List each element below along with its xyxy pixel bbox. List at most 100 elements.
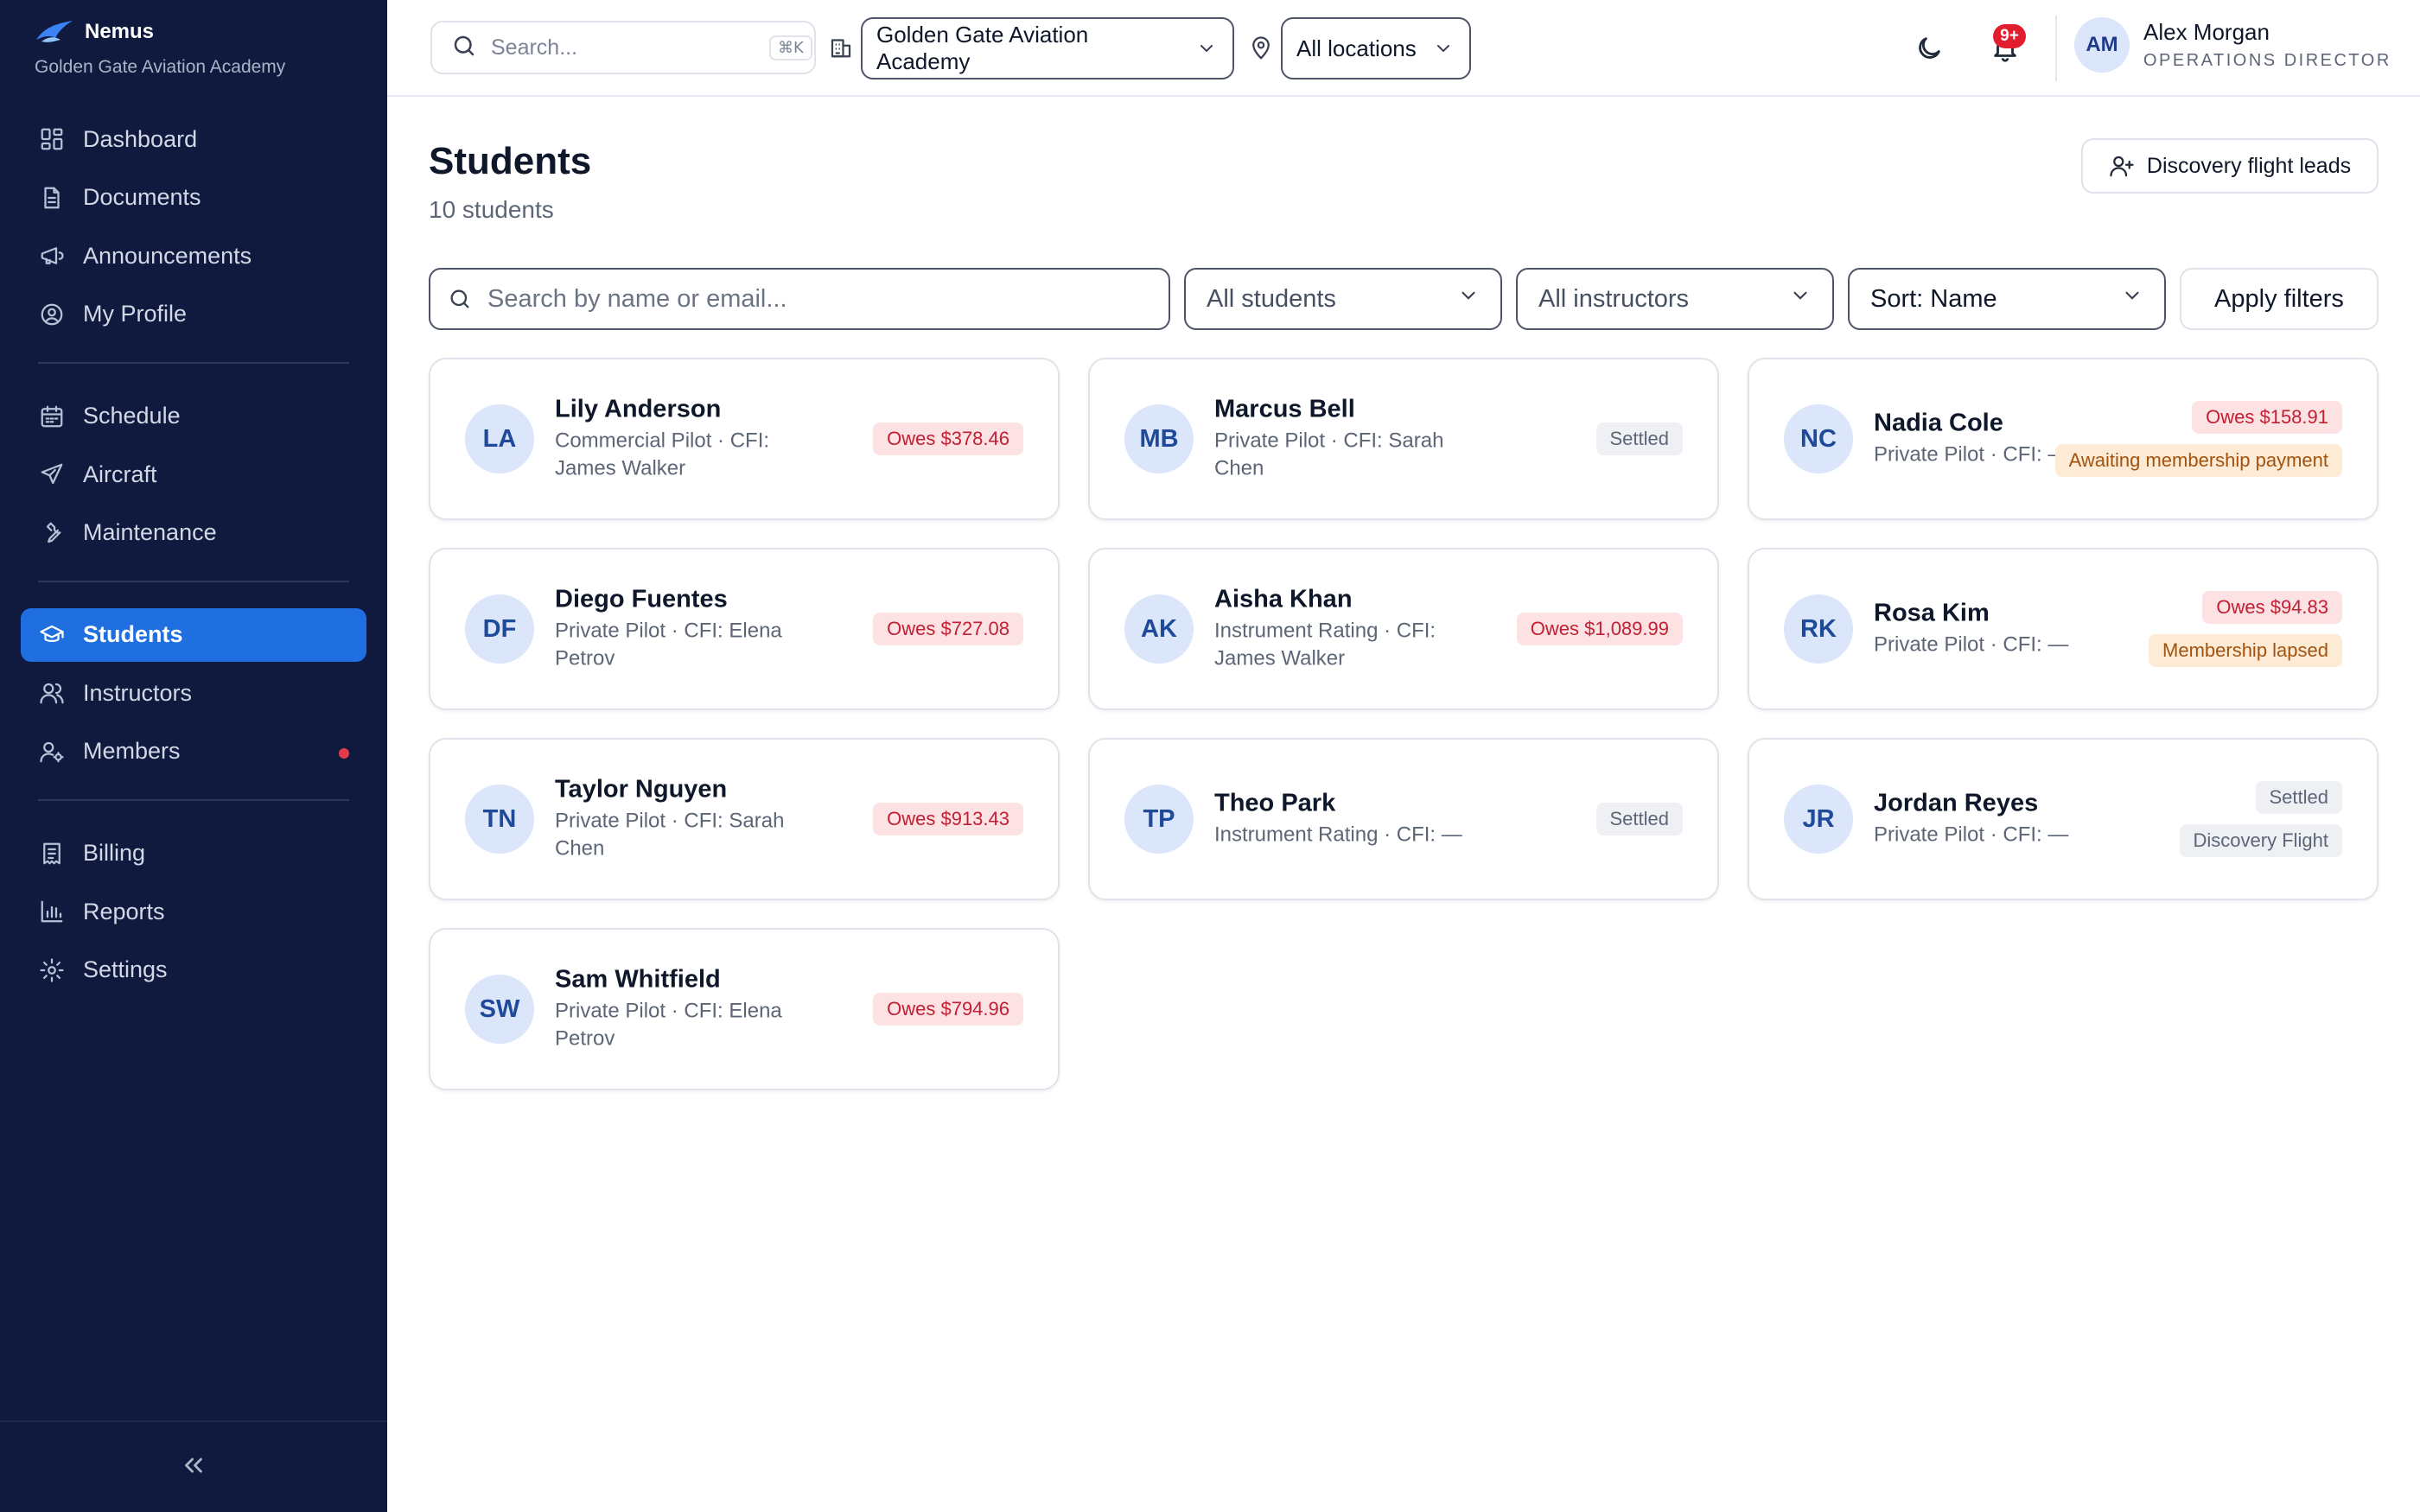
topbar-divider bbox=[2055, 16, 2057, 81]
avatar: NC bbox=[1784, 404, 1853, 473]
global-search[interactable]: ⌘K bbox=[430, 21, 816, 74]
graduation-cap-icon bbox=[38, 621, 66, 649]
sidebar-item-dashboard[interactable]: Dashboard bbox=[21, 112, 366, 166]
sort-select[interactable]: Sort: Name bbox=[1848, 268, 2166, 330]
balance-badge: Owes $1,089.99 bbox=[1516, 613, 1683, 645]
sidebar-item-announcements[interactable]: Announcements bbox=[21, 229, 366, 283]
student-badges: Owes $94.83 Membership lapsed bbox=[2149, 591, 2342, 667]
chevron-down-icon bbox=[1196, 38, 1217, 59]
student-card[interactable]: DF Diego Fuentes Private Pilot · CFI: Elen… bbox=[429, 548, 1060, 710]
user-plus-icon bbox=[2110, 156, 2134, 177]
student-program: Instrument Rating · CFI: James Walker bbox=[1214, 619, 1436, 670]
sidebar-item-students[interactable]: Students bbox=[21, 607, 366, 662]
collapse-sidebar-icon[interactable] bbox=[179, 1451, 208, 1484]
student-badges: Owes $913.43 bbox=[873, 803, 1023, 835]
topbar: ⌘K Golden Gate Aviation Academy All loca… bbox=[387, 0, 2420, 97]
discovery-flight-leads-button[interactable]: Discovery flight leads bbox=[2081, 138, 2379, 194]
apply-filters-button[interactable]: Apply filters bbox=[2180, 268, 2379, 330]
sidebar-nav: Dashboard Documents Announcements My Profil… bbox=[21, 112, 366, 1001]
sidebar-item-maintenance[interactable]: Maintenance bbox=[21, 506, 366, 560]
student-badges: Owes $727.08 bbox=[873, 613, 1023, 645]
student-card[interactable]: SW Sam Whitfield Private Pilot · CFI: Elen… bbox=[429, 928, 1060, 1090]
sidebar-item-aircraft[interactable]: Aircraft bbox=[21, 448, 366, 501]
sidebar-item-label: Announcements bbox=[83, 242, 252, 269]
search-icon bbox=[451, 33, 477, 63]
student-card[interactable]: RK Rosa Kim Private Pilot · CFI: — Owes $94… bbox=[1748, 548, 2379, 710]
sidebar-item-instructors[interactable]: Instructors bbox=[21, 666, 366, 720]
avatar: TP bbox=[1124, 785, 1194, 854]
balance-badge: Owes $94.83 bbox=[2202, 591, 2342, 624]
brand-name: Nemus bbox=[85, 20, 155, 43]
chevron-down-icon bbox=[1457, 284, 1480, 314]
student-program: Private Pilot · CFI: Elena Petrov bbox=[555, 999, 782, 1051]
student-status-select[interactable]: All students bbox=[1184, 268, 1502, 330]
student-card[interactable]: TN Taylor Nguyen Private Pilot · CFI: Sara… bbox=[429, 738, 1060, 900]
sidebar-item-schedule[interactable]: Schedule bbox=[21, 390, 366, 443]
sidebar-item-documents[interactable]: Documents bbox=[21, 171, 366, 225]
avatar: MB bbox=[1124, 404, 1194, 473]
student-name: Aisha Khan bbox=[1214, 585, 1353, 613]
sidebar-item-label: Documents bbox=[83, 184, 201, 210]
dashboard-icon bbox=[38, 125, 66, 153]
search-icon bbox=[450, 289, 469, 308]
document-icon bbox=[38, 184, 66, 212]
student-status-value: All students bbox=[1207, 284, 1336, 313]
sidebar-item-label: Settings bbox=[83, 956, 168, 982]
student-badges: Owes $158.91 Awaiting membership payment bbox=[2054, 401, 2342, 477]
student-name: Diego Fuentes bbox=[555, 585, 728, 613]
student-name: Rosa Kim bbox=[1874, 599, 1990, 627]
user-menu[interactable]: AM Alex Morgan OPERATIONS DIRECTOR bbox=[2074, 17, 2391, 73]
student-card[interactable]: LA Lily Anderson Commercial Pilot · CFI: J… bbox=[429, 358, 1060, 520]
balance-badge: Owes $727.08 bbox=[873, 613, 1023, 645]
global-search-input[interactable] bbox=[491, 35, 769, 60]
instructor-select[interactable]: All instructors bbox=[1516, 268, 1834, 330]
moon-icon bbox=[1919, 37, 1940, 59]
sidebar-item-label: Maintenance bbox=[83, 519, 217, 545]
student-name: Lily Anderson bbox=[555, 395, 722, 423]
student-search-input[interactable] bbox=[487, 284, 1151, 314]
avatar: SW bbox=[465, 975, 534, 1044]
student-card[interactable]: MB Marcus Bell Private Pilot · CFI: Sarah … bbox=[1088, 358, 1719, 520]
location-select[interactable]: All locations bbox=[1281, 17, 1471, 79]
sidebar-item-billing[interactable]: Billing bbox=[21, 827, 366, 880]
balance-badge: Owes $378.46 bbox=[873, 422, 1023, 455]
instructor-select-value: All instructors bbox=[1538, 284, 1690, 313]
calendar-icon bbox=[38, 403, 66, 430]
student-card[interactable]: NC Nadia Cole Private Pilot · CFI: — Owes $… bbox=[1748, 358, 2379, 520]
student-card[interactable]: JR Jordan Reyes Private Pilot · CFI: — Sett… bbox=[1748, 738, 2379, 900]
sidebar-footer bbox=[0, 1420, 387, 1512]
student-card[interactable]: AK Aisha Khan Instrument Rating · CFI: Jam… bbox=[1088, 548, 1719, 710]
theme-toggle-button[interactable] bbox=[1910, 29, 1948, 67]
sidebar-item-label: Reports bbox=[83, 898, 165, 924]
organization-select-value: Golden Gate Aviation Academy bbox=[876, 22, 1089, 74]
nav-divider bbox=[38, 580, 349, 582]
sidebar-item-label: My Profile bbox=[83, 301, 188, 327]
student-program: Private Pilot · CFI: — bbox=[1874, 632, 2069, 657]
student-program: Commercial Pilot · CFI: James Walker bbox=[555, 429, 770, 480]
sidebar-item-my-profile[interactable]: My Profile bbox=[21, 288, 366, 341]
chevron-down-icon bbox=[1789, 284, 1812, 314]
student-badges: Owes $1,089.99 bbox=[1516, 613, 1683, 645]
avatar: AM bbox=[2074, 17, 2130, 73]
student-program: Instrument Rating · CFI: — bbox=[1214, 823, 1462, 847]
map-pin-icon bbox=[1248, 35, 1274, 66]
sidebar-item-members[interactable]: Members bbox=[21, 725, 366, 778]
status-badge: Membership lapsed bbox=[2149, 634, 2342, 667]
balance-badge: Owes $158.91 bbox=[2192, 401, 2342, 434]
student-search[interactable] bbox=[429, 268, 1170, 330]
organization-select[interactable]: Golden Gate Aviation Academy bbox=[861, 17, 1234, 79]
student-program: Private Pilot · CFI: — bbox=[1874, 823, 2069, 847]
unread-dot bbox=[339, 747, 349, 759]
user-circle-icon bbox=[38, 301, 66, 328]
sidebar-item-settings[interactable]: Settings bbox=[21, 943, 366, 997]
megaphone-icon bbox=[38, 242, 66, 270]
user-role: OPERATIONS DIRECTOR bbox=[2143, 51, 2391, 70]
student-badges: Settled Discovery Flight bbox=[2179, 781, 2342, 857]
student-name: Taylor Nguyen bbox=[555, 775, 728, 804]
student-card[interactable]: TP Theo Park Instrument Rating · CFI: — Set… bbox=[1088, 738, 1719, 900]
sidebar-item-reports[interactable]: Reports bbox=[21, 885, 366, 938]
sidebar-item-label: Billing bbox=[83, 840, 146, 866]
avatar: AK bbox=[1124, 594, 1194, 664]
student-count: 10 students bbox=[429, 196, 554, 223]
wrench-icon bbox=[38, 519, 66, 547]
